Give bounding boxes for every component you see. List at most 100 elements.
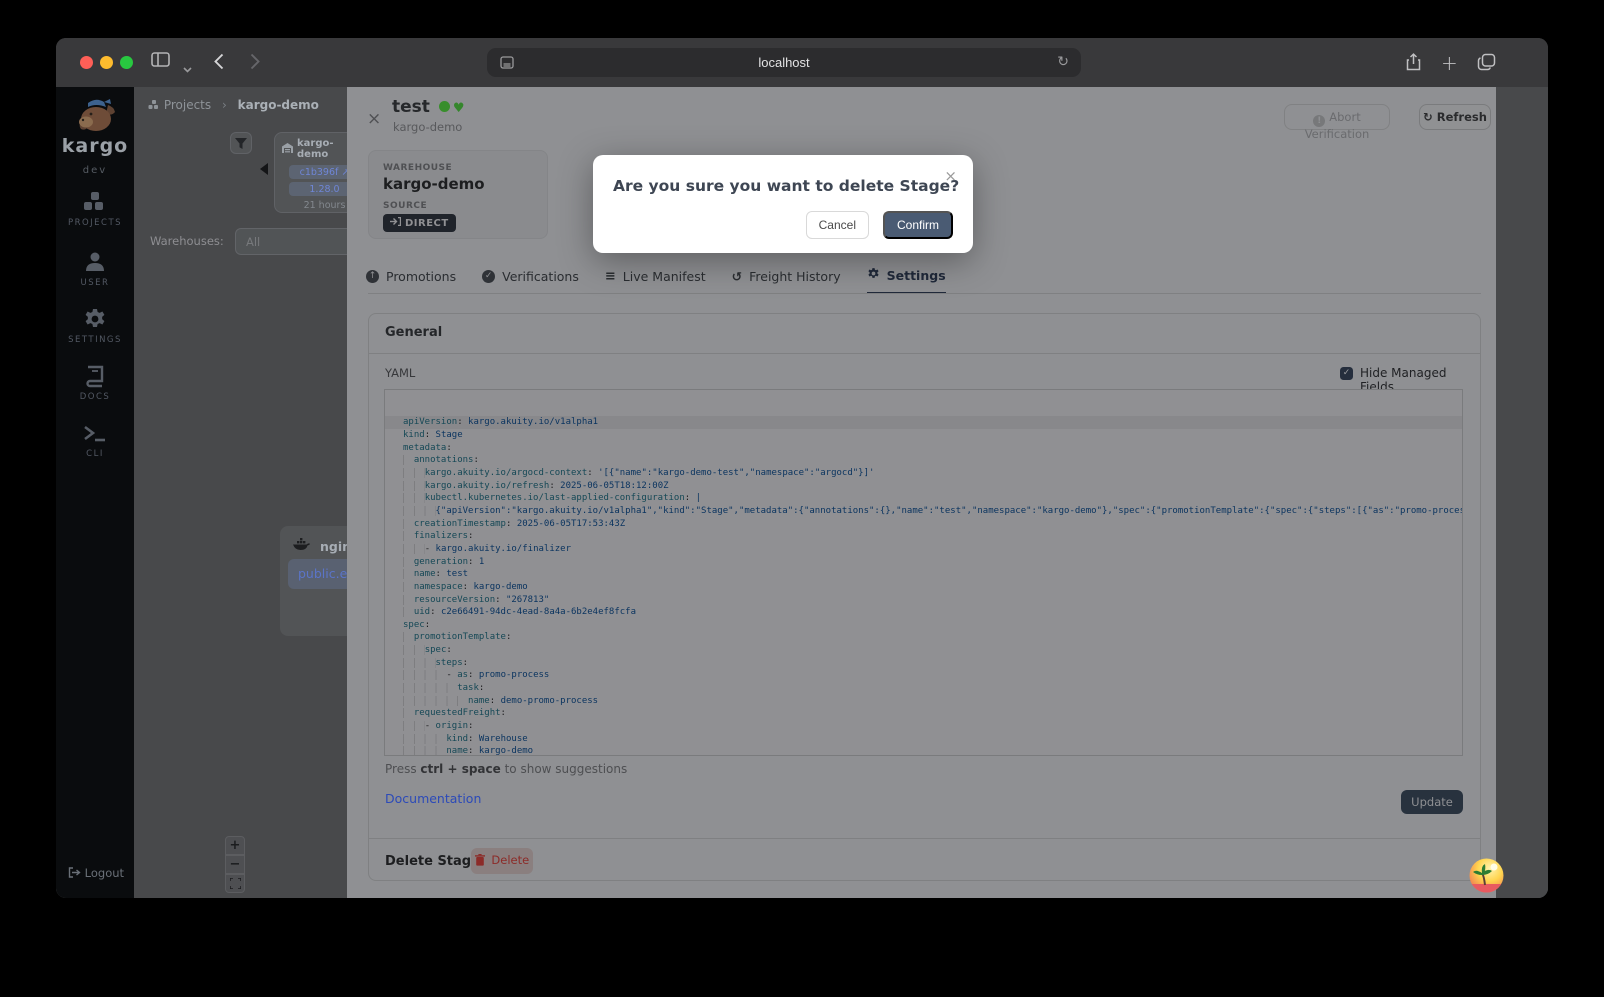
warehouses-select[interactable]: All	[235, 228, 355, 255]
forward-button[interactable]	[250, 53, 260, 74]
kargo-mascot-logo	[74, 95, 118, 139]
logout-label: Logout	[85, 866, 124, 880]
drawer-close-icon[interactable]: ×	[367, 109, 381, 129]
sidebar-toggle-icon[interactable]	[151, 52, 170, 71]
warehouse-icon	[282, 143, 293, 156]
reload-icon[interactable]: ↻	[1057, 54, 1069, 70]
projects-icon	[56, 190, 134, 214]
app-sidebar: kargo dev PROJECTS USER SETTINGS	[56, 87, 134, 898]
sidebar-item-user[interactable]: USER	[56, 250, 134, 288]
delete-stage-label: Delete Stage	[385, 854, 480, 869]
direct-source-badge: DIRECT	[383, 214, 456, 232]
general-settings-card: General YAML ✓ Hide Managed Fields apiVe…	[368, 313, 1481, 881]
yaml-editor[interactable]: apiVersion: kargo.akuity.io/v1alpha1kind…	[384, 389, 1463, 756]
hide-managed-fields-checkbox[interactable]: ✓	[1340, 367, 1353, 380]
logout-icon	[68, 866, 85, 880]
modal-close-icon[interactable]: ×	[944, 167, 957, 185]
book-icon	[56, 364, 134, 388]
back-button[interactable]	[214, 53, 224, 74]
check-circle-icon: ✓	[482, 270, 495, 283]
source-label: SOURCE	[383, 201, 533, 211]
zoom-out-button[interactable]: −	[225, 855, 245, 874]
refresh-button[interactable]: ↻ Refresh	[1419, 104, 1491, 130]
sidebar-item-label: USER	[56, 278, 134, 288]
tab-live-manifest[interactable]: ≡Live Manifest	[605, 267, 706, 294]
warehouse-label: WAREHOUSE	[383, 163, 533, 173]
sidebar-item-label: PROJECTS	[56, 218, 134, 228]
delete-confirm-modal: Are you sure you want to delete Stage? ×…	[593, 155, 973, 253]
history-icon: ↺	[732, 269, 742, 284]
tab-promotions[interactable]: ↑Promotions	[366, 267, 456, 294]
tabs-divider	[368, 293, 1481, 294]
logout-button[interactable]: Logout	[68, 866, 124, 880]
breadcrumb-projects[interactable]: Projects	[164, 98, 211, 112]
manifest-lines-icon: ≡	[605, 269, 616, 284]
zoom-in-button[interactable]: +	[225, 836, 245, 855]
sidebar-item-docs[interactable]: DOCS	[56, 364, 134, 402]
refresh-icon: ↻	[1423, 110, 1433, 124]
breadcrumb-current: kargo-demo	[238, 98, 319, 112]
delete-button[interactable]: Delete	[471, 848, 533, 874]
freight-card-title: kargo-demo	[297, 138, 354, 160]
warehouse-card: WAREHOUSE kargo-demo SOURCE DIRECT	[368, 150, 548, 239]
health-status-dot	[439, 101, 450, 112]
sidebar-item-projects[interactable]: PROJECTS	[56, 190, 134, 228]
breadcrumb-separator: ›	[222, 98, 227, 112]
update-button[interactable]: Update	[1401, 790, 1463, 814]
gear-icon	[867, 267, 880, 283]
docker-whale-icon	[292, 538, 310, 554]
yaml-code: apiVersion: kargo.akuity.io/v1alpha1kind…	[403, 416, 1462, 756]
delete-section-divider	[369, 838, 1480, 839]
beach-sticker	[1469, 858, 1504, 893]
sidebar-item-label: CLI	[56, 449, 134, 459]
gear-icon	[56, 307, 134, 331]
trash-icon	[475, 853, 492, 867]
kargo-wordmark: kargo	[56, 135, 134, 157]
warning-icon: !	[1313, 115, 1325, 127]
user-icon	[56, 250, 134, 274]
documentation-link[interactable]: Documentation	[385, 791, 481, 806]
tab-verifications[interactable]: ✓Verifications	[482, 267, 579, 294]
stage-project-subtitle: kargo-demo	[393, 120, 462, 134]
tab-freight-history[interactable]: ↺Freight History	[732, 267, 841, 294]
traffic-close-button[interactable]	[80, 56, 93, 69]
browser-titlebar: localhost ↻ +	[56, 38, 1548, 87]
share-icon[interactable]	[1406, 53, 1421, 75]
url-bar[interactable]: localhost ↻	[487, 48, 1081, 77]
breadcrumb: Projects › kargo-demo	[148, 98, 319, 112]
arrow-into-bracket-icon	[390, 217, 401, 229]
warehouses-filter-label: Warehouses:	[150, 234, 224, 248]
sidebar-item-label: SETTINGS	[56, 335, 134, 345]
tab-settings[interactable]: Settings	[867, 267, 946, 294]
sidebar-item-label: DOCS	[56, 392, 134, 402]
new-tab-button[interactable]: +	[1441, 51, 1458, 75]
url-text: localhost	[487, 55, 1081, 70]
drawer-tabs: ↑Promotions ✓Verifications ≡Live Manifes…	[366, 267, 946, 294]
traffic-minimize-button[interactable]	[100, 56, 113, 69]
tab-overview-button[interactable]	[1477, 53, 1496, 75]
chevron-down-icon[interactable]	[183, 58, 192, 77]
sidebar-item-cli[interactable]: CLI	[56, 423, 134, 459]
env-label: dev	[56, 165, 134, 176]
yaml-label: YAML	[385, 366, 415, 380]
sidebar-item-settings[interactable]: SETTINGS	[56, 307, 134, 345]
abort-verification-button[interactable]: !Abort Verification	[1284, 104, 1390, 130]
fit-view-button[interactable]	[225, 874, 245, 893]
healthy-heart-icon: ♥	[453, 101, 465, 116]
app-page: kargo dev PROJECTS USER SETTINGS	[56, 87, 1548, 898]
stage-title: test♥	[392, 97, 465, 117]
editor-hint: Press ctrl + space to show suggestions	[385, 762, 627, 776]
section-divider	[369, 353, 1480, 354]
collapse-arrow-icon[interactable]	[260, 160, 268, 179]
confirm-button[interactable]: Confirm	[883, 211, 953, 239]
traffic-zoom-button[interactable]	[120, 56, 133, 69]
warehouse-name: kargo-demo	[383, 175, 533, 193]
section-title: General	[385, 325, 442, 340]
filter-button[interactable]	[230, 132, 252, 154]
modal-title: Are you sure you want to delete Stage?	[613, 177, 959, 195]
projects-breadcrumb-icon	[148, 98, 164, 112]
cancel-button[interactable]: Cancel	[806, 211, 869, 239]
terminal-icon	[56, 423, 134, 445]
browser-window: localhost ↻ +	[56, 38, 1548, 898]
promotion-icon: ↑	[366, 270, 379, 283]
